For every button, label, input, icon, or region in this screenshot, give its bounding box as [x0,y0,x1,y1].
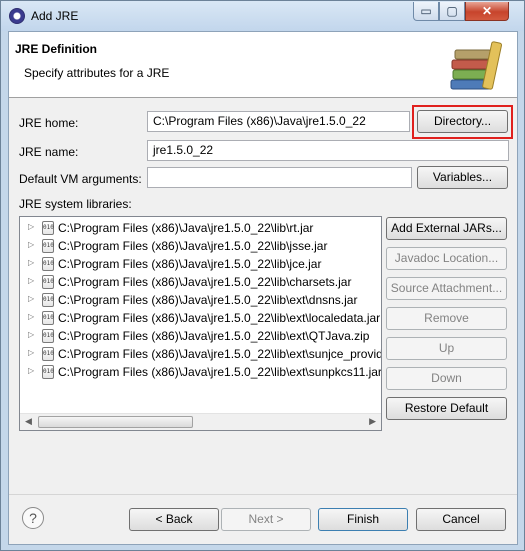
library-path: C:\Program Files (x86)\Java\jre1.5.0_22\… [58,239,328,253]
back-button[interactable]: < Back [129,508,219,531]
add-external-jars-button[interactable]: Add External JARs... [386,217,507,240]
vm-arguments-label: Default VM arguments: [19,172,142,186]
libraries-label: JRE system libraries: [19,197,132,211]
jar-icon: 010 [42,275,54,289]
directory-button[interactable]: Directory... [417,110,508,133]
finish-button[interactable]: Finish [318,508,408,531]
up-button[interactable]: Up [386,337,507,360]
jar-icon: 010 [42,293,54,307]
jre-home-input[interactable]: C:\Program Files (x86)\Java\jre1.5.0_22 [147,111,410,132]
window-title: Add JRE [31,9,79,23]
javadoc-location-button[interactable]: Javadoc Location... [386,247,507,270]
expand-arrow-icon[interactable]: ▷ [28,348,34,357]
title-bar: Add JRE ▭ ▢ ✕ [1,1,524,31]
list-item[interactable]: ▷ 010 C:\Program Files (x86)\Java\jre1.5… [20,327,381,345]
restore-default-button[interactable]: Restore Default [386,397,507,420]
jre-name-label: JRE name: [19,145,79,159]
cancel-button[interactable]: Cancel [416,508,506,531]
close-button[interactable]: ✕ [465,2,509,21]
vm-arguments-input[interactable] [147,167,412,188]
scroll-left-icon[interactable]: ◀ [25,416,32,427]
list-item[interactable]: ▷ 010 C:\Program Files (x86)\Java\jre1.5… [20,237,381,255]
list-item[interactable]: ▷ 010 C:\Program Files (x86)\Java\jre1.5… [20,219,381,237]
header-description: Specify attributes for a JRE [24,66,170,80]
jar-icon: 010 [42,221,54,235]
expand-arrow-icon[interactable]: ▷ [28,294,34,303]
footer-separator [9,494,517,495]
expand-arrow-icon[interactable]: ▷ [28,366,34,375]
minimize-button[interactable]: ▭ [413,2,439,21]
help-icon[interactable]: ? [22,507,44,529]
source-attachment-button[interactable]: Source Attachment... [386,277,507,300]
variables-button[interactable]: Variables... [417,166,508,189]
library-path: C:\Program Files (x86)\Java\jre1.5.0_22\… [58,293,358,307]
libraries-list[interactable]: ▷ 010 C:\Program Files (x86)\Java\jre1.5… [19,216,382,431]
list-item[interactable]: ▷ 010 C:\Program Files (x86)\Java\jre1.5… [20,363,381,381]
dialog-body: JRE Definition Specify attributes for a … [8,31,518,545]
library-path: C:\Program Files (x86)\Java\jre1.5.0_22\… [58,365,382,379]
next-button[interactable]: Next > [221,508,311,531]
list-item[interactable]: ▷ 010 C:\Program Files (x86)\Java\jre1.5… [20,345,381,363]
library-path: C:\Program Files (x86)\Java\jre1.5.0_22\… [58,275,352,289]
add-jre-window: Add JRE ▭ ▢ ✕ JRE Definition Specify att… [0,0,525,551]
down-button[interactable]: Down [386,367,507,390]
list-item[interactable]: ▷ 010 C:\Program Files (x86)\Java\jre1.5… [20,273,381,291]
jar-icon: 010 [42,329,54,343]
jar-icon: 010 [42,239,54,253]
library-path: C:\Program Files (x86)\Java\jre1.5.0_22\… [58,221,314,235]
jar-icon: 010 [42,257,54,271]
jre-name-input[interactable]: jre1.5.0_22 [147,140,509,161]
library-path: C:\Program Files (x86)\Java\jre1.5.0_22\… [58,329,370,343]
jar-icon: 010 [42,311,54,325]
expand-arrow-icon[interactable]: ▷ [28,312,34,321]
expand-arrow-icon[interactable]: ▷ [28,222,34,231]
books-icon [450,41,503,90]
scroll-thumb[interactable] [38,416,193,428]
library-path: C:\Program Files (x86)\Java\jre1.5.0_22\… [58,347,382,361]
expand-arrow-icon[interactable]: ▷ [28,276,34,285]
horizontal-scrollbar[interactable]: ◀ ▶ [20,413,381,430]
eclipse-icon [9,8,25,24]
jar-icon: 010 [42,347,54,361]
jre-home-label: JRE home: [19,116,79,130]
dialog-header: JRE Definition Specify attributes for a … [9,32,517,98]
expand-arrow-icon[interactable]: ▷ [28,240,34,249]
library-path: C:\Program Files (x86)\Java\jre1.5.0_22\… [58,257,322,271]
list-item[interactable]: ▷ 010 C:\Program Files (x86)\Java\jre1.5… [20,255,381,273]
list-item[interactable]: ▷ 010 C:\Program Files (x86)\Java\jre1.5… [20,291,381,309]
library-path: C:\Program Files (x86)\Java\jre1.5.0_22\… [58,311,381,325]
expand-arrow-icon[interactable]: ▷ [28,258,34,267]
expand-arrow-icon[interactable]: ▷ [28,330,34,339]
maximize-button[interactable]: ▢ [439,2,465,21]
scroll-right-icon[interactable]: ▶ [369,416,376,427]
jar-icon: 010 [42,365,54,379]
list-item[interactable]: ▷ 010 C:\Program Files (x86)\Java\jre1.5… [20,309,381,327]
header-title: JRE Definition [15,42,98,56]
remove-button[interactable]: Remove [386,307,507,330]
